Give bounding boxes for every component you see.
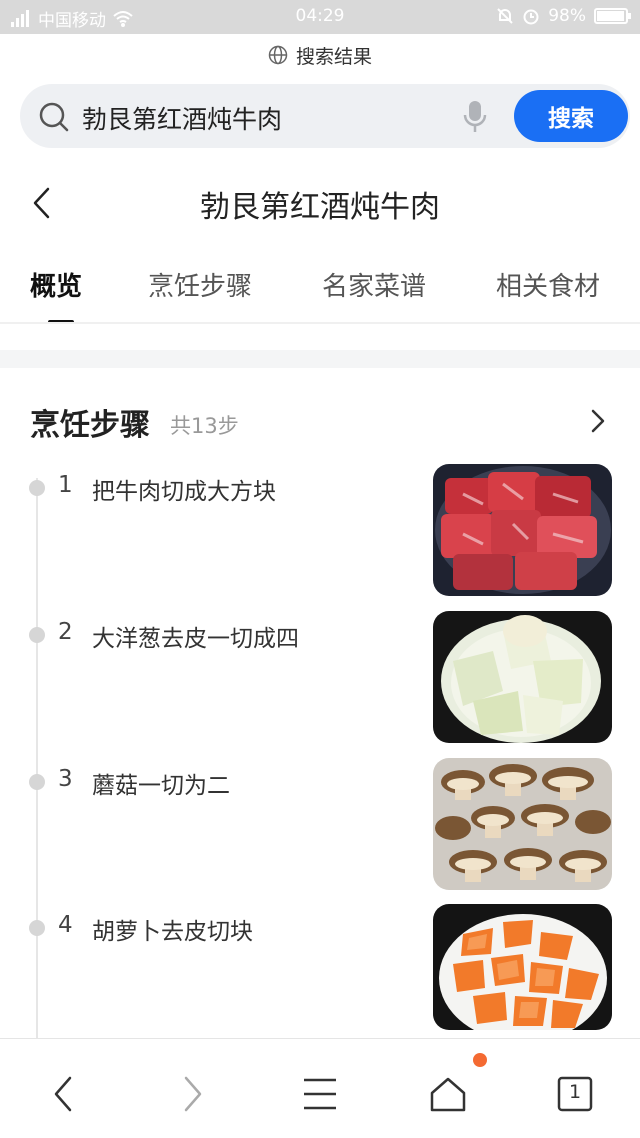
nav-home-button[interactable] (423, 1069, 473, 1119)
step-text: 胡萝卜去皮切块 (92, 919, 253, 945)
step-image-onion[interactable] (433, 611, 612, 743)
nav-forward-button[interactable] (168, 1069, 218, 1119)
back-arrow-icon (54, 1076, 72, 1112)
nav-tabs-button[interactable]: 1 (550, 1069, 600, 1119)
battery-percent: 98% (548, 6, 586, 26)
search-icon (39, 102, 69, 132)
alarm-icon (523, 9, 539, 25)
step-item[interactable]: 2 大洋葱去皮一切成四 (0, 611, 640, 757)
search-results-label: 搜索结果 (0, 40, 640, 70)
notification-dot (473, 1053, 487, 1067)
top-label-text: 搜索结果 (295, 45, 372, 68)
step-text: 大洋葱去皮一切成四 (92, 626, 299, 652)
step-number: 2 (58, 619, 73, 645)
nav-menu-button[interactable] (295, 1069, 345, 1119)
forward-arrow-icon (184, 1076, 202, 1112)
step-image-raw-beef[interactable] (433, 464, 612, 596)
step-number: 3 (58, 766, 73, 792)
step-number: 1 (58, 472, 73, 498)
menu-icon (304, 1078, 336, 1110)
nav-back-button[interactable] (38, 1069, 88, 1119)
status-right: 98% (496, 6, 631, 26)
step-item[interactable]: 3 蘑菇一切为二 (0, 758, 640, 904)
step-number: 4 (58, 912, 73, 938)
search-input[interactable]: 勃艮第红酒炖牛肉 (82, 100, 282, 136)
chevron-right-icon[interactable] (590, 408, 606, 434)
tab-overview[interactable]: 概览 (30, 266, 82, 303)
tab-chef-recipes[interactable]: 名家菜谱 (322, 266, 426, 303)
section-separator (0, 350, 640, 368)
tab-related-ingredients[interactable]: 相关食材 (496, 266, 600, 303)
bottom-nav-bar: 1 (0, 1038, 640, 1138)
home-icon (430, 1077, 466, 1112)
status-bar: 中国移动 04:29 98% (0, 0, 640, 34)
globe-icon (268, 45, 288, 65)
timeline-dot (29, 920, 45, 936)
timeline-dot (29, 774, 45, 790)
step-image-carrots[interactable] (433, 904, 612, 1030)
timeline-dot (29, 480, 45, 496)
step-text: 蘑菇一切为二 (92, 773, 230, 799)
mute-bell-icon (497, 8, 513, 24)
step-image-mushrooms[interactable] (433, 758, 612, 890)
battery-icon (594, 8, 631, 24)
step-text: 把牛肉切成大方块 (92, 479, 276, 505)
tab-cooking-steps[interactable]: 烹饪步骤 (148, 266, 252, 303)
page-title: 勃艮第红酒炖牛肉 (200, 190, 440, 225)
tab-bar: 概览 烹饪步骤 名家菜谱 相关食材 (0, 262, 640, 324)
step-item[interactable]: 4 胡萝卜去皮切块 (0, 904, 640, 1050)
section-title[interactable]: 烹饪步骤 (30, 400, 150, 444)
step-item[interactable]: 1 把牛肉切成大方块 (0, 464, 640, 610)
microphone-icon[interactable] (462, 100, 488, 134)
step-count: 共13步 (170, 414, 239, 438)
tab-count: 1 (568, 1081, 582, 1103)
timeline-dot (29, 627, 45, 643)
search-bar[interactable]: 勃艮第红酒炖牛肉 搜索 (20, 84, 630, 148)
tab-divider (0, 322, 640, 324)
search-button[interactable]: 搜索 (514, 90, 628, 142)
